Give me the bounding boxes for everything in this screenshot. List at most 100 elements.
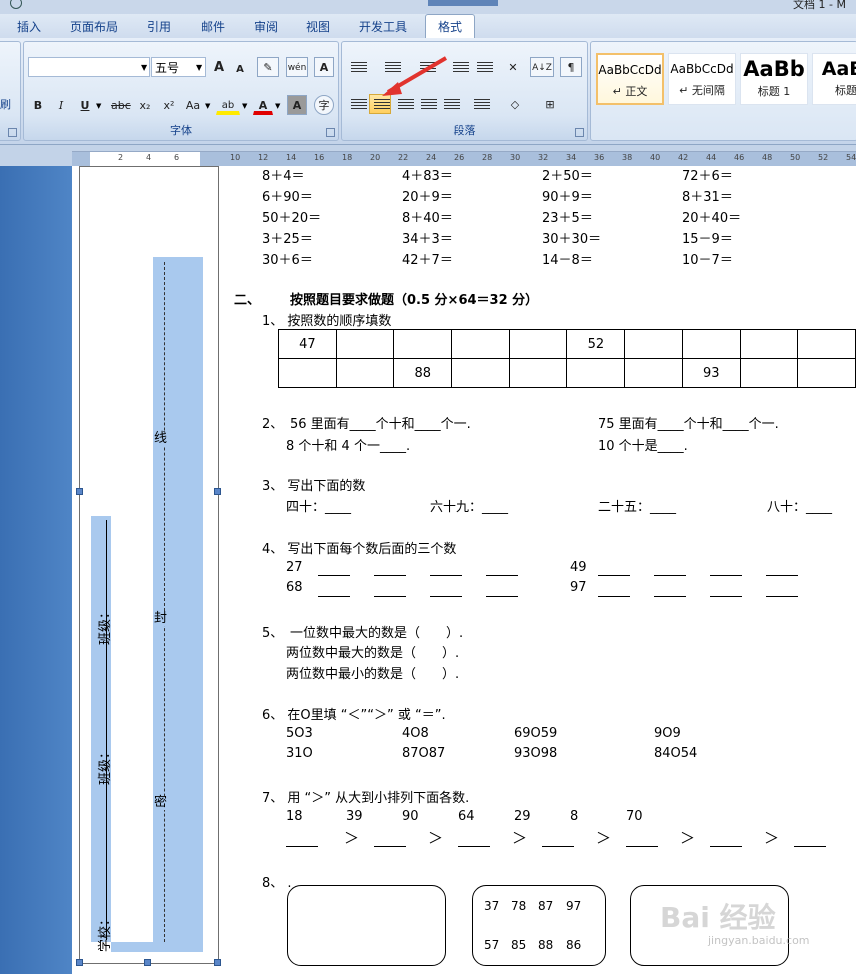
- answer-blank[interactable]: [286, 846, 318, 847]
- answer-blank[interactable]: [654, 596, 686, 597]
- enclose-char-icon[interactable]: 字: [314, 95, 334, 115]
- answer-blank[interactable]: [374, 846, 406, 847]
- sequence-cell[interactable]: [797, 329, 856, 359]
- font-color-icon[interactable]: A: [253, 95, 273, 115]
- sequence-cell[interactable]: 93: [681, 358, 741, 388]
- answer-blank[interactable]: [710, 596, 742, 597]
- answer-blank[interactable]: [486, 596, 518, 597]
- answer-blank[interactable]: [794, 846, 826, 847]
- highlight-icon[interactable]: ab: [216, 95, 240, 115]
- show-marks-icon[interactable]: ¶: [560, 57, 582, 77]
- shading-bucket-icon[interactable]: ◇: [502, 94, 528, 114]
- answer-blank[interactable]: [710, 575, 742, 576]
- font-name-box[interactable]: [28, 57, 150, 77]
- sequence-cell[interactable]: [624, 329, 683, 359]
- resize-handle[interactable]: [76, 488, 83, 495]
- bold-button[interactable]: B: [29, 95, 47, 115]
- line-spacing-icon[interactable]: [469, 94, 495, 114]
- bullets-icon[interactable]: [346, 57, 370, 77]
- answer-blank[interactable]: [430, 596, 462, 597]
- char-border-button[interactable]: A: [314, 57, 334, 77]
- tab-insert[interactable]: 插入: [17, 18, 41, 35]
- clipboard-dialog-launcher[interactable]: [8, 128, 17, 137]
- tab-format[interactable]: 格式: [425, 14, 476, 40]
- superscript-button[interactable]: x²: [160, 95, 178, 115]
- answer-blank[interactable]: [598, 596, 630, 597]
- sequence-cell[interactable]: [739, 358, 799, 388]
- greater-than-sign: ＞: [596, 829, 612, 847]
- sequence-cell[interactable]: [681, 329, 741, 359]
- sequence-cell[interactable]: [508, 329, 568, 359]
- answer-blank[interactable]: [486, 575, 518, 576]
- answer-blank[interactable]: [374, 596, 406, 597]
- increase-indent-icon[interactable]: [472, 57, 494, 77]
- decrease-indent-icon[interactable]: [448, 57, 470, 77]
- sequence-cell[interactable]: [278, 358, 337, 388]
- answer-blank[interactable]: [318, 575, 350, 576]
- tab-view[interactable]: 视图: [306, 18, 330, 35]
- shrink-font-button[interactable]: A: [231, 59, 249, 79]
- answer-blank[interactable]: [374, 575, 406, 576]
- sequence-cell[interactable]: 47: [278, 329, 337, 359]
- answer-blank[interactable]: [430, 575, 462, 576]
- answer-blank[interactable]: [626, 846, 658, 847]
- align-left-icon[interactable]: [346, 94, 368, 114]
- resize-handle[interactable]: [214, 488, 221, 495]
- resize-handle[interactable]: [144, 959, 151, 966]
- style-normal[interactable]: AaBbCcDd ↵ 正文: [596, 53, 664, 105]
- chevron-down-icon[interactable]: ▼: [141, 63, 147, 72]
- sequence-cell[interactable]: [335, 358, 395, 388]
- style-no-spacing[interactable]: AaBbCcDd ↵ 无间隔: [668, 53, 736, 105]
- resize-handle[interactable]: [214, 959, 221, 966]
- sort-button[interactable]: A↓Z: [530, 57, 554, 77]
- phonetic-guide-icon[interactable]: wén: [286, 57, 308, 77]
- format-painter-label[interactable]: 刷: [0, 96, 11, 112]
- sequence-cell[interactable]: [451, 358, 510, 388]
- chevron-down-icon[interactable]: ▼: [205, 102, 210, 110]
- answer-blank[interactable]: [766, 596, 798, 597]
- grow-font-button[interactable]: A: [210, 57, 228, 77]
- sequence-cell[interactable]: [335, 329, 395, 359]
- sequence-cell[interactable]: 88: [393, 358, 453, 388]
- tab-review[interactable]: 审阅: [254, 18, 278, 35]
- sequence-cell[interactable]: [566, 358, 626, 388]
- chevron-down-icon[interactable]: ▼: [275, 102, 280, 110]
- italic-button[interactable]: I: [52, 95, 70, 115]
- chevron-down-icon[interactable]: ▼: [96, 102, 101, 110]
- tab-page-layout[interactable]: 页面布局: [70, 18, 118, 35]
- sequence-cell[interactable]: [797, 358, 856, 388]
- tab-developer[interactable]: 开发工具: [359, 18, 407, 35]
- subscript-button[interactable]: x₂: [136, 95, 154, 115]
- paragraph-dialog-launcher[interactable]: [575, 128, 584, 137]
- answer-blank[interactable]: [710, 846, 742, 847]
- char-shading-button[interactable]: A: [287, 95, 307, 115]
- sequence-cell[interactable]: [739, 329, 799, 359]
- sequence-cell[interactable]: 52: [566, 329, 626, 359]
- style-heading-1[interactable]: AaBb 标题 1: [740, 53, 808, 105]
- underline-button[interactable]: U: [76, 95, 94, 115]
- sequence-cell[interactable]: [624, 358, 683, 388]
- chevron-down-icon[interactable]: ▼: [196, 63, 202, 72]
- answer-blank[interactable]: [654, 575, 686, 576]
- answer-blank[interactable]: [766, 575, 798, 576]
- font-dialog-launcher[interactable]: [326, 128, 335, 137]
- horizontal-ruler[interactable]: 2 4 6 10 12 14 16 18 20 22 24 26 28 30 32 34 36 38 40 42 44 4…: [72, 151, 856, 167]
- office-button-icon[interactable]: [10, 0, 22, 9]
- asian-layout-icon[interactable]: ✕: [500, 57, 526, 77]
- sequence-cell[interactable]: [508, 358, 568, 388]
- answer-blank[interactable]: [458, 846, 490, 847]
- borders-icon[interactable]: ⊞: [534, 94, 566, 114]
- change-case-button[interactable]: Aa: [184, 95, 202, 115]
- sequence-cell[interactable]: [393, 329, 453, 359]
- tab-references[interactable]: 引用: [147, 18, 171, 35]
- answer-blank[interactable]: [542, 846, 574, 847]
- answer-blank[interactable]: [598, 575, 630, 576]
- tab-mailings[interactable]: 邮件: [201, 18, 225, 35]
- answer-blank[interactable]: [318, 596, 350, 597]
- sequence-cell[interactable]: [451, 329, 510, 359]
- strikethrough-button[interactable]: abc: [110, 95, 132, 115]
- chevron-down-icon[interactable]: ▼: [242, 102, 247, 110]
- clear-format-icon[interactable]: ✎: [257, 57, 279, 77]
- style-title[interactable]: AaBl 标题: [812, 53, 856, 105]
- resize-handle[interactable]: [76, 959, 83, 966]
